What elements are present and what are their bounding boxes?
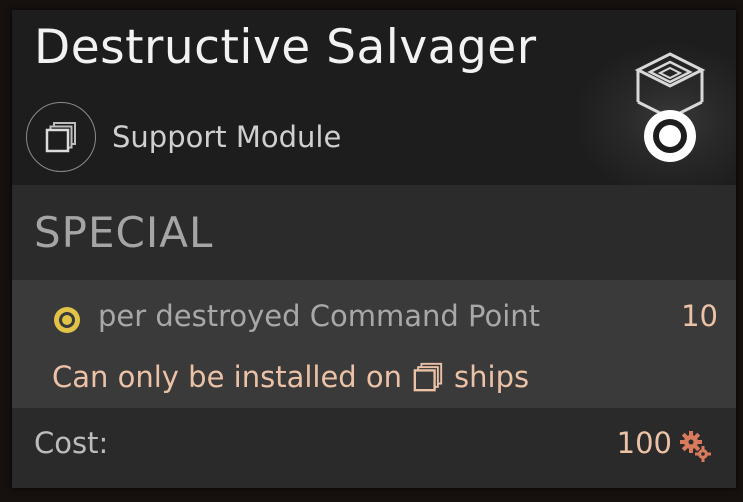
cost-value: 100 (616, 426, 672, 460)
effect-value: 10 (681, 299, 718, 333)
cost-label: Cost: (34, 426, 109, 460)
resource-coin-icon (54, 307, 80, 333)
special-section-header: SPECIAL (12, 185, 736, 280)
gears-icon (680, 431, 711, 462)
effect-description: per destroyed Command Point (98, 299, 541, 333)
salvager-module-icon (634, 52, 706, 162)
restriction-prefix: Can only be installed on (52, 360, 403, 394)
stacked-squares-icon (45, 122, 76, 153)
special-heading: SPECIAL (34, 208, 214, 257)
special-effects: per destroyed Command Point 10 Can only … (12, 280, 736, 408)
cost-footer: Cost: 100 (12, 408, 736, 488)
install-restriction: Can only be installed on ships (52, 360, 529, 394)
module-type-badge (26, 102, 96, 172)
restriction-suffix: ships (454, 360, 530, 394)
module-title: Destructive Salvager (34, 20, 537, 75)
module-type-label: Support Module (112, 120, 342, 154)
stacked-squares-icon (413, 362, 443, 392)
module-tooltip: Destructive Salvager Support Module SPEC… (12, 10, 736, 488)
tooltip-header: Destructive Salvager Support Module (12, 10, 736, 185)
